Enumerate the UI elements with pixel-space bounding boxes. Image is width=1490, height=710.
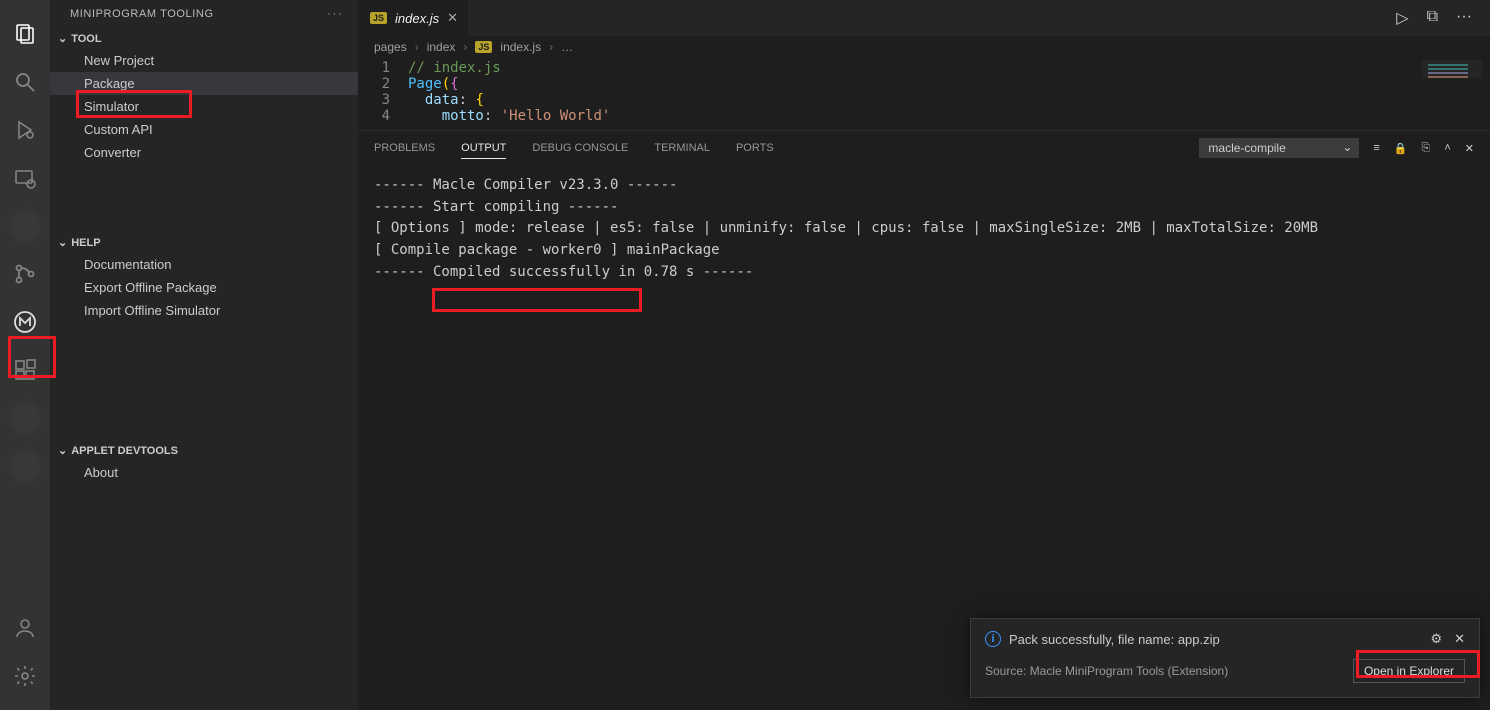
run-icon[interactable]: ▷ xyxy=(1396,8,1408,28)
help-export-offline[interactable]: Export Offline Package xyxy=(50,276,358,299)
open-in-explorer-button[interactable]: Open in Explorer xyxy=(1353,659,1465,683)
section-label: HELP xyxy=(71,237,100,249)
tool-new-project[interactable]: New Project xyxy=(50,49,358,72)
breadcrumb-item[interactable]: … xyxy=(561,40,573,54)
section-help-header[interactable]: ⌄ HELP xyxy=(50,232,358,253)
panel-tab-debug[interactable]: DEBUG CONSOLE xyxy=(532,142,628,154)
lock-scroll-icon[interactable]: 🔒 xyxy=(1394,142,1408,155)
panel-tabs: PROBLEMS OUTPUT DEBUG CONSOLE TERMINAL P… xyxy=(358,131,1490,165)
panel-tab-output[interactable]: OUTPUT xyxy=(461,142,506,159)
panel-tab-problems[interactable]: PROBLEMS xyxy=(374,142,435,154)
accounts-icon[interactable] xyxy=(1,604,49,652)
remote-icon[interactable] xyxy=(1,154,49,202)
chevron-down-icon: ⌄ xyxy=(58,444,67,457)
info-icon: i xyxy=(985,631,1001,647)
tool-converter[interactable]: Converter xyxy=(50,141,358,164)
sidebar-title: MINIPROGRAM TOOLING xyxy=(70,8,214,20)
sidebar-more-icon[interactable]: ··· xyxy=(327,8,344,20)
section-label: TOOL xyxy=(71,33,101,45)
search-icon[interactable] xyxy=(1,58,49,106)
toast-close-icon[interactable]: ✕ xyxy=(1454,631,1465,647)
notification-toast: i Pack successfully, file name: app.zip … xyxy=(970,618,1480,698)
macle-m-icon[interactable] xyxy=(1,298,49,346)
toast-message: Pack successfully, file name: app.zip xyxy=(1009,632,1220,647)
section-devtools-header[interactable]: ⌄ APPLET DEVTOOLS xyxy=(50,440,358,461)
filter-icon[interactable]: ≡ xyxy=(1373,142,1379,154)
tab-bar: JS index.js ✕ ▷ ⧉ ··· xyxy=(358,0,1490,36)
panel-tab-ports[interactable]: PORTS xyxy=(736,142,774,154)
section-label: APPLET DEVTOOLS xyxy=(71,445,178,457)
output-content[interactable]: ------ Macle Compiler v23.3.0 ------ ---… xyxy=(358,165,1490,293)
activity-placeholder-icon xyxy=(9,210,41,242)
js-badge-icon: JS xyxy=(475,41,492,53)
split-editor-icon[interactable]: ⧉ xyxy=(1427,8,1438,28)
help-import-simulator[interactable]: Import Offline Simulator xyxy=(50,299,358,322)
run-debug-icon[interactable] xyxy=(1,106,49,154)
output-channel-select[interactable]: macle-compile xyxy=(1199,138,1359,158)
toast-source: Source: Macle MiniProgram Tools (Extensi… xyxy=(985,664,1228,678)
sidebar-header: MINIPROGRAM TOOLING ··· xyxy=(50,0,358,28)
chevron-down-icon: ⌄ xyxy=(58,236,67,249)
panel-tab-terminal[interactable]: TERMINAL xyxy=(654,142,710,154)
section-tool-header[interactable]: ⌄ TOOL xyxy=(50,28,358,49)
settings-gear-icon[interactable] xyxy=(1,652,49,700)
breadcrumb-item[interactable]: pages xyxy=(374,40,407,54)
activity-bar xyxy=(0,0,50,710)
breadcrumb-item[interactable]: index.js xyxy=(500,40,541,54)
help-documentation[interactable]: Documentation xyxy=(50,253,358,276)
editor-actions: ▷ ⧉ ··· xyxy=(1396,8,1490,28)
more-actions-icon[interactable]: ··· xyxy=(1456,8,1472,28)
chevron-right-icon: › xyxy=(463,40,467,54)
minimap[interactable] xyxy=(1422,60,1482,150)
tool-custom-api[interactable]: Custom API xyxy=(50,118,358,141)
chevron-down-icon: ⌄ xyxy=(58,32,67,45)
tool-package[interactable]: Package xyxy=(50,72,358,95)
breadcrumb-item[interactable]: index xyxy=(427,40,456,54)
explorer-icon[interactable] xyxy=(1,10,49,58)
source-control-icon[interactable] xyxy=(1,250,49,298)
tab-index-js[interactable]: JS index.js ✕ xyxy=(358,0,468,36)
code-editor[interactable]: 1// index.js 2Page({ 3 data: { 4 motto: … xyxy=(358,58,1490,130)
chevron-right-icon: › xyxy=(415,40,419,54)
devtools-about[interactable]: About xyxy=(50,461,358,484)
sidebar: MINIPROGRAM TOOLING ··· ⌄ TOOL New Proje… xyxy=(50,0,358,710)
tab-close-icon[interactable]: ✕ xyxy=(447,10,458,26)
activity-placeholder-icon xyxy=(9,450,41,482)
main: JS index.js ✕ ▷ ⧉ ··· pages › index › JS i… xyxy=(358,0,1490,710)
toast-settings-icon[interactable]: ⚙ xyxy=(1430,631,1442,647)
tab-label: index.js xyxy=(395,11,439,26)
js-badge-icon: JS xyxy=(370,12,387,24)
breadcrumb[interactable]: pages › index › JS index.js › … xyxy=(358,36,1490,58)
extensions-icon[interactable] xyxy=(1,346,49,394)
activity-placeholder-icon xyxy=(9,402,41,434)
chevron-right-icon: › xyxy=(549,40,553,54)
tool-simulator[interactable]: Simulator xyxy=(50,95,358,118)
